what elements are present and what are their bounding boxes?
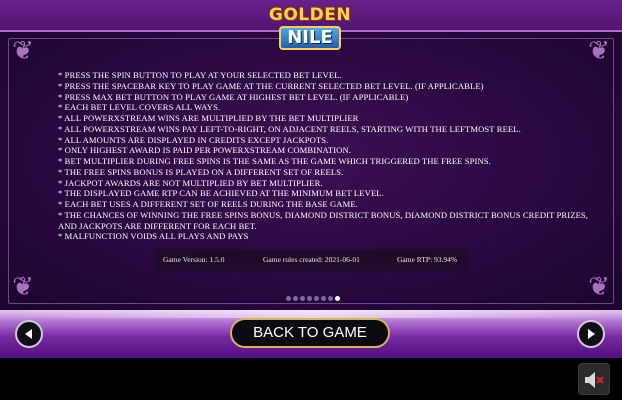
rule-line: AND JACKPOTS ARE DIFFERENT FOR EACH BET. [58,220,257,231]
rule-line: * PRESS THE SPACEBAR KEY TO PLAY GAME AT… [58,80,484,91]
rule-line: * MALFUNCTION VOIDS ALL PLAYS AND PAYS [58,231,249,242]
band-highlight [0,310,622,318]
ornament-icon: ❦ [12,36,34,65]
game-version: Game Version: 1.5.0 [163,255,225,264]
game-rules-screen: ❦ ❦ ❦ ❦ GOLDEN NILE * PRESS THE SPIN BUT… [0,0,622,400]
arrow-left-icon [25,329,32,339]
game-rtp: Game RTP: 93.94% [397,255,458,264]
rule-line: * THE FREE SPINS BONUS IS PLAYED ON A DI… [58,166,344,177]
rule-line: * THE CHANCES OF WINNING THE FREE SPINS … [58,209,589,220]
game-logo: GOLDEN NILE [264,6,356,56]
page-dot[interactable] [328,296,333,301]
page-dot[interactable] [286,296,291,301]
next-page-button[interactable] [577,320,605,348]
rule-line: * PRESS THE SPIN BUTTON TO PLAY AT YOUR … [58,70,342,80]
ornament-icon: ❦ [588,36,610,65]
rule-line: * ALL AMOUNTS ARE DISPLAYED IN CREDITS E… [58,134,329,145]
ornament-icon: ❦ [12,272,34,301]
page-dot[interactable] [314,296,319,301]
rule-line: * ALL POWERXSTREAM WINS PAY LEFT-TO-RIGH… [58,123,521,134]
ornament-icon: ❦ [588,272,610,301]
rule-line: * ONLY HIGHEST AWARD IS PAID PER POWERXS… [58,145,352,156]
sound-toggle-button[interactable] [578,363,610,395]
page-dot[interactable] [293,296,298,301]
back-to-game-button[interactable]: BACK TO GAME [230,318,390,348]
rules-list: * PRESS THE SPIN BUTTON TO PLAY AT YOUR … [58,70,589,242]
page-dot[interactable] [321,296,326,301]
rule-line: * PRESS MAX BET BUTTON TO PLAY GAME AT H… [58,91,409,102]
game-info-bar: Game Version: 1.5.0 Game rules created: … [155,249,467,271]
rule-line: * THE DISPLAYED GAME RTP CAN BE ACHIEVED… [58,188,384,199]
rule-line: * JACKPOT AWARDS ARE NOT MULTIPLIED BY B… [58,177,323,188]
rule-line: * EACH BET LEVEL COVERS ALL WAYS. [58,102,221,113]
speaker-muted-icon [585,372,604,388]
rule-line: * ALL POWERXSTREAM WINS ARE MULTIPLIED B… [58,113,359,123]
rule-line: * EACH BET USES A DIFFERENT SET OF REELS… [58,199,358,209]
page-dot[interactable] [335,296,340,301]
page-dot[interactable] [307,296,312,301]
arrow-right-icon [588,329,595,339]
page-dot[interactable] [300,296,305,301]
previous-page-button[interactable] [15,320,43,348]
logo-line-nile: NILE [279,26,341,50]
rule-line: * BET MULTIPLIER DURING FREE SPINS IS TH… [58,156,491,166]
rules-created-date: Game rules created: 2021-06-01 [263,255,360,264]
logo-line-golden: GOLDEN [268,5,352,25]
